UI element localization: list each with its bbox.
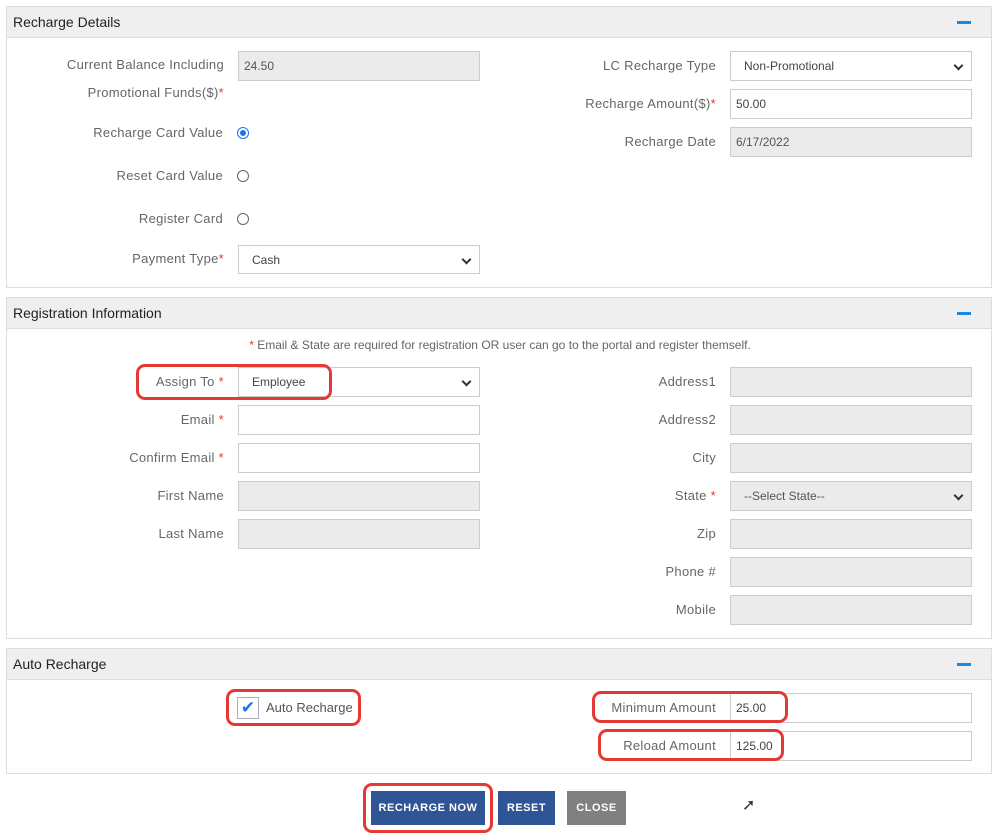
panel-header: Registration Information: [7, 298, 991, 329]
collapse-icon[interactable]: [957, 663, 971, 666]
reset-card-value-radio[interactable]: [237, 170, 249, 182]
recharge-date-field: 6/17/2022: [730, 127, 972, 157]
panel-title: Auto Recharge: [13, 656, 107, 672]
payment-type-label: Payment Type*: [132, 251, 224, 266]
phone-label: Phone #: [665, 564, 716, 579]
panel-title: Recharge Details: [13, 14, 121, 30]
confirm-email-label: Confirm Email *: [129, 450, 224, 465]
collapse-icon[interactable]: [957, 21, 971, 24]
city-label: City: [692, 450, 716, 465]
recharge-amount-label: Recharge Amount($)*: [585, 96, 716, 111]
recharge-amount-input[interactable]: 50.00: [730, 89, 972, 119]
recharge-date-label: Recharge Date: [624, 134, 716, 149]
state-select[interactable]: --Select State--: [730, 481, 972, 511]
address1-label: Address1: [658, 374, 716, 389]
panel-title: Registration Information: [13, 305, 162, 321]
last-name-label: Last Name: [158, 526, 224, 541]
mobile-label: Mobile: [675, 602, 716, 617]
address1-input: [730, 367, 972, 397]
address2-label: Address2: [658, 412, 716, 427]
first-name-input: [238, 481, 480, 511]
auto-recharge-label: Auto Recharge: [266, 700, 353, 715]
minimum-amount-input[interactable]: 25.00: [730, 693, 972, 723]
check-icon: ✔: [240, 698, 256, 717]
balance-label: Current Balance Including: [66, 57, 224, 72]
confirm-email-input[interactable]: [238, 443, 480, 473]
auto-recharge-checkbox[interactable]: ✔: [237, 697, 259, 719]
assign-to-label: Assign To *: [155, 374, 224, 389]
reload-amount-input[interactable]: 125.00: [730, 731, 972, 761]
city-input: [730, 443, 972, 473]
reset-card-value-label: Reset Card Value: [116, 168, 223, 183]
minimum-amount-label: Minimum Amount: [611, 700, 716, 715]
collapse-icon[interactable]: [957, 312, 971, 315]
mouse-cursor-icon: ➚: [742, 797, 756, 814]
lc-recharge-type-label: LC Recharge Type: [603, 58, 716, 73]
address2-input: [730, 405, 972, 435]
mobile-input: [730, 595, 972, 625]
balance-label-2: Promotional Funds($)*: [87, 85, 224, 100]
recharge-card-value-radio[interactable]: [237, 127, 249, 139]
payment-type-select[interactable]: Cash: [238, 245, 480, 274]
first-name-label: First Name: [157, 488, 224, 503]
recharge-card-value-label: Recharge Card Value: [93, 125, 223, 140]
assign-to-select[interactable]: Employee: [238, 367, 480, 397]
panel-header: Recharge Details: [7, 7, 991, 38]
reset-button[interactable]: RESET: [498, 791, 555, 825]
phone-input: [730, 557, 972, 587]
reload-amount-label: Reload Amount: [623, 738, 716, 753]
zip-label: Zip: [697, 526, 716, 541]
close-button[interactable]: CLOSE: [567, 791, 626, 825]
panel-header: Auto Recharge: [7, 649, 991, 680]
email-input[interactable]: [238, 405, 480, 435]
state-label: State *: [674, 488, 716, 503]
zip-input: [730, 519, 972, 549]
balance-field: 24.50: [238, 51, 480, 81]
last-name-input: [238, 519, 480, 549]
register-card-radio[interactable]: [237, 213, 249, 225]
register-card-label: Register Card: [138, 211, 223, 226]
lc-recharge-type-select[interactable]: Non-Promotional: [730, 51, 972, 81]
recharge-now-button[interactable]: RECHARGE NOW: [371, 791, 485, 825]
email-label: Email *: [180, 412, 224, 427]
registration-note: * Email & State are required for registr…: [249, 338, 751, 352]
